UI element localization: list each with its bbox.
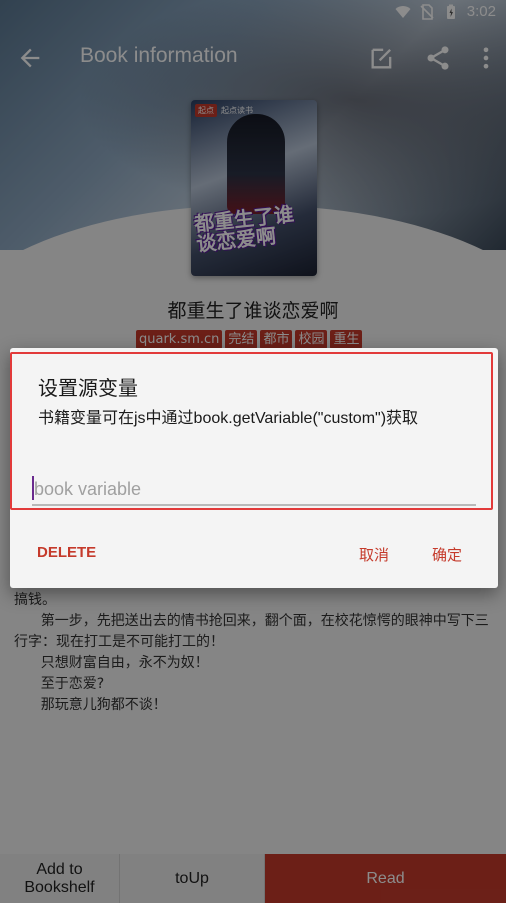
cancel-button[interactable]: 取消 — [359, 544, 389, 565]
delete-button[interactable]: DELETE — [37, 544, 96, 561]
text-cursor — [32, 476, 34, 500]
dialog-message: 书籍变量可在js中通过book.getVariable("custom")获取 — [38, 410, 419, 427]
set-source-variable-dialog: 设置源变量 书籍变量可在js中通过book.getVariable("custo… — [10, 348, 498, 588]
dialog-title: 设置源变量 — [38, 376, 138, 400]
confirm-button[interactable]: 确定 — [432, 544, 462, 565]
book-variable-input[interactable] — [32, 474, 476, 506]
